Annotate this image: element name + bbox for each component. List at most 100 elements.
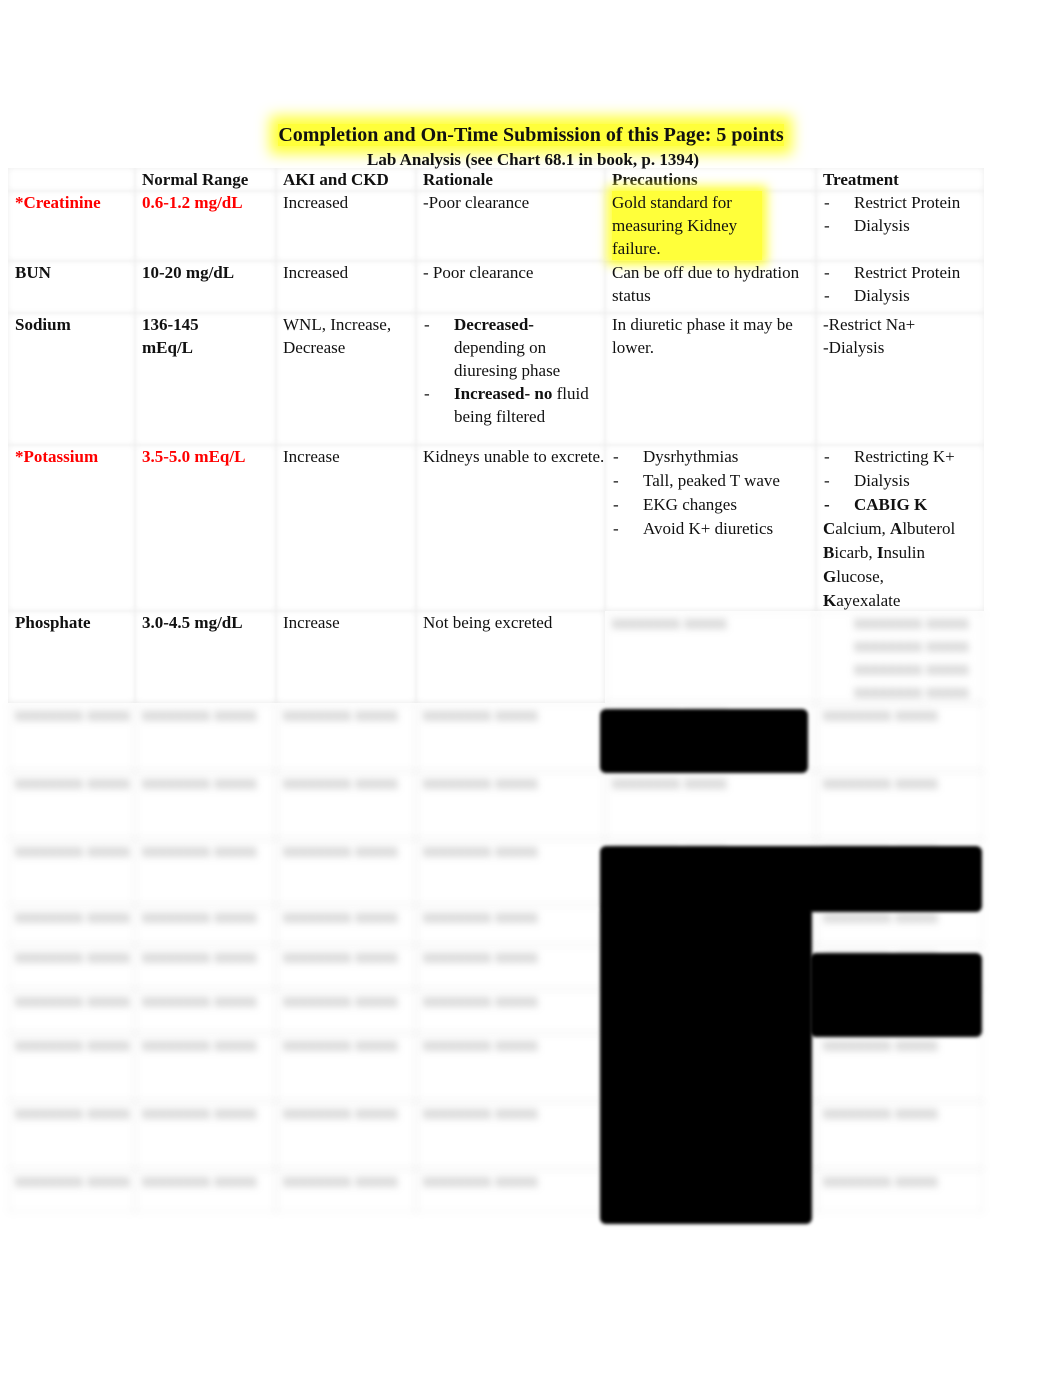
lab-name: Phosphate	[8, 611, 135, 703]
table-row-obscured: xxxxxxxx xxxxx xxxxxxxx xxxxx xxxxxxxx xxx…	[8, 1169, 984, 1213]
aki-ckd-value: Increase	[276, 611, 416, 703]
obscured-cell: xxxxxxxx xxxxx	[416, 989, 605, 1033]
obscured-cell: xxxxxxxx xxxxx	[8, 1033, 135, 1101]
table-header-row: Normal Range AKI and CKD Rationale Preca…	[8, 168, 984, 191]
obscured-cell: xxxxxxxx xxxxx	[8, 989, 135, 1033]
page-subtitle: Lab Analysis (see Chart 68.1 in book, p.…	[366, 150, 700, 169]
obscured-cell: xxxxxxxx xxxxx	[8, 839, 135, 905]
obscured-cell: xxxxxxxx xxxxx	[8, 945, 135, 989]
precautions: In diuretic phase it may be lower.	[605, 313, 816, 445]
obscured-cell: xxxxxxxx xxxxx	[276, 989, 416, 1033]
rationale-item: Decreased- depending on diuresing phase	[423, 313, 605, 382]
normal-range: 10-20 mg/dL	[135, 261, 276, 313]
obscured-cell: xxxxxxxx xxxxx	[276, 1033, 416, 1101]
obscured-cell: xxxxxxxx xxxxx	[816, 1169, 984, 1213]
obscured-cell: xxxxxxxx xxxxx	[276, 839, 416, 905]
normal-range: 3.0-4.5 mg/dL	[135, 611, 276, 703]
table-row-obscured: xxxxxxxx xxxxx xxxxxxxx xxxxx xxxxxxxx xxx…	[8, 771, 984, 839]
obscured-cell: xxxxxxxx xxxxx	[276, 1169, 416, 1213]
header-treatment: Treatment	[816, 168, 984, 191]
obscured-cell: xxxxxxxx xxxxx	[416, 771, 605, 839]
obscured-cell: xxxxxxxx xxxxx	[605, 771, 816, 839]
table-row-obscured: xxxxxxxx xxxxx xxxxxxxx xxxxx xxxxxxxx xxx…	[8, 1033, 984, 1101]
obscured-cell: xxxxxxxx xxxxx	[416, 1169, 605, 1213]
treatment-item: Restrict Protein	[823, 191, 984, 214]
obscured-cell: xxxxxxxx xxxxx	[816, 703, 984, 771]
table-row: *Creatinine 0.6-1.2 mg/dL Increased -Poo…	[8, 191, 984, 261]
lab-name: *Potassium	[8, 445, 135, 611]
obscured-cell: xxxxxxxx xxxxx	[8, 1101, 135, 1169]
treatment-item: -Dialysis	[823, 338, 885, 357]
obscured-cell: xxxxxxxx xxxxx	[135, 771, 276, 839]
obscured-cell: xxxxxxxx xxxxx	[816, 1101, 984, 1169]
aki-ckd-value: Increase	[276, 445, 416, 611]
obscured-cell: xxxxxxxx xxxxx	[276, 771, 416, 839]
rationale-item: Increased- no fluid being filtered	[423, 382, 605, 428]
redaction-box	[600, 709, 808, 773]
obscured-cell: xxxxxxxx xxxxx	[135, 1033, 276, 1101]
treatment-item: CABIG K	[823, 493, 984, 517]
obscured-cell: xxxxxxxx xxxxx	[276, 703, 416, 771]
rationale: Decreased- depending on diuresing phase …	[416, 313, 605, 445]
obscured-cell: xxxxxxxx xxxxx	[8, 905, 135, 945]
obscured-cell: xxxxxxxx xxxxx	[135, 945, 276, 989]
rationale: -Poor clearance	[416, 191, 605, 261]
treatment: Restricting K+ Dialysis CABIG K Calcium,…	[816, 445, 984, 611]
obscured-cell: xxxxxxxx xxxxx	[276, 905, 416, 945]
obscured-cell: xxxxxxxx xxxxx	[135, 1169, 276, 1213]
aki-ckd-value: Increased	[276, 191, 416, 261]
table-row: Phosphate 3.0-4.5 mg/dL Increase Not bei…	[8, 611, 984, 703]
precautions: Dysrhythmias Tall, peaked T wave EKG cha…	[605, 445, 816, 611]
mnemonic-line: Glucose,	[823, 567, 884, 586]
obscured-cell: xxxxxxxx xxxxx	[416, 839, 605, 905]
lab-name: *Creatinine	[8, 191, 135, 261]
obscured-cell: xxxxxxxx xxxxx	[135, 839, 276, 905]
treatment-item: Restrict Protein	[823, 261, 984, 284]
lab-name: BUN	[8, 261, 135, 313]
treatment-obscured: xxxxxxxx xxxxx xxxxxxxx xxxxx xxxxxxxx xxx…	[816, 611, 984, 703]
normal-range: 3.5-5.0 mEq/L	[135, 445, 276, 611]
precaution-item: Dysrhythmias	[612, 445, 816, 469]
aki-ckd-value: WNL, Increase, Decrease	[276, 313, 416, 445]
precaution-item: Tall, peaked T wave	[612, 469, 816, 493]
header-cell	[8, 168, 135, 191]
treatment-item: Dialysis	[823, 469, 984, 493]
treatment-item: Dialysis	[823, 284, 984, 307]
obscured-cell: xxxxxxxx xxxxx	[135, 989, 276, 1033]
treatment: -Restrict Na+ -Dialysis	[816, 313, 984, 445]
obscured-cell: xxxxxxxx xxxxx	[8, 771, 135, 839]
table-row: BUN 10-20 mg/dL Increased - Poor clearan…	[8, 261, 984, 313]
normal-range: 136-145 mEq/L	[135, 313, 276, 445]
redaction-box	[810, 953, 982, 1037]
obscured-cell: xxxxxxxx xxxxx	[416, 1033, 605, 1101]
aki-ckd-value: Increased	[276, 261, 416, 313]
precaution-item: EKG changes	[612, 493, 816, 517]
header-rationale: Rationale	[416, 168, 605, 191]
highlighted-text: Gold standard for measuring Kidney failu…	[612, 191, 762, 260]
precaution-item: Avoid K+ diuretics	[612, 517, 816, 541]
obscured-cell: xxxxxxxx xxxxx	[276, 1101, 416, 1169]
obscured-cell: xxxxxxxx xxxxx	[8, 1169, 135, 1213]
table-row: *Potassium 3.5-5.0 mEq/L Increase Kidney…	[8, 445, 984, 611]
header-precautions: Precautions	[605, 168, 816, 191]
treatment-item: Dialysis	[823, 214, 984, 237]
obscured-cell: xxxxxxxx xxxxx	[135, 703, 276, 771]
lab-analysis-table: Normal Range AKI and CKD Rationale Preca…	[8, 168, 984, 1213]
obscured-cell: xxxxxxxx xxxxx	[416, 945, 605, 989]
obscured-cell: xxxxxxxx xxxxx	[416, 1101, 605, 1169]
treatment: Restrict ProteinDialysis	[816, 261, 984, 313]
obscured-cell: xxxxxxxx xxxxx	[416, 905, 605, 945]
precautions-obscured: xxxxxxxx xxxxx	[605, 611, 816, 703]
mnemonic-line: Calcium, Albuterol	[823, 519, 956, 538]
treatment-item: -Restrict Na+	[823, 315, 916, 334]
precautions: Gold standard for measuring Kidney failu…	[605, 191, 816, 261]
redaction-box	[600, 906, 812, 1224]
table-row: Sodium 136-145 mEq/L WNL, Increase, Decr…	[8, 313, 984, 445]
rationale: Not being excreted	[416, 611, 605, 703]
mnemonic-line: Kayexalate	[823, 591, 901, 610]
page-title: Completion and On-Time Submission of thi…	[278, 124, 784, 146]
normal-range: 0.6-1.2 mg/dL	[135, 191, 276, 261]
rationale: - Poor clearance	[416, 261, 605, 313]
obscured-cell: xxxxxxxx xxxxx	[276, 945, 416, 989]
header-normal-range: Normal Range	[135, 168, 276, 191]
